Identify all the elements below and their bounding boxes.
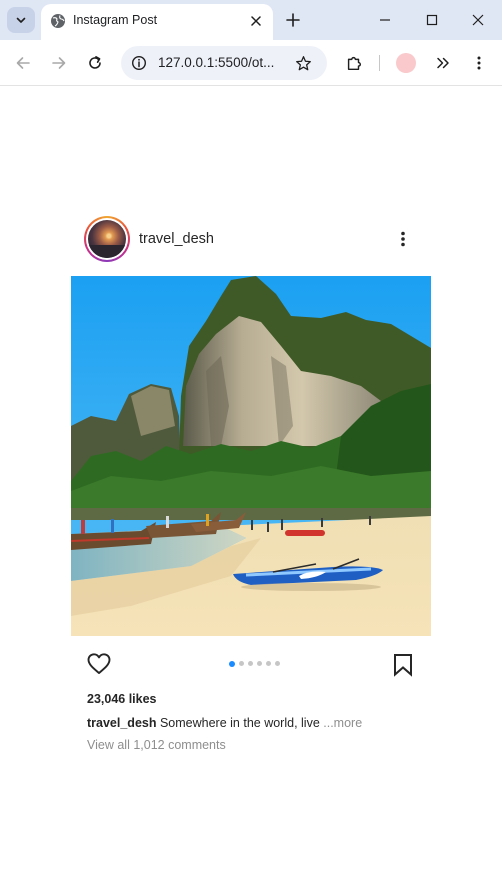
close-icon	[251, 16, 261, 26]
browser-toolbar: 127.0.0.1:5500/ot...	[0, 40, 502, 86]
reload-button[interactable]	[83, 51, 107, 75]
view-comments-link[interactable]: View all 1,012 comments	[87, 738, 226, 752]
site-info-icon[interactable]	[130, 54, 148, 72]
tab-search-button[interactable]	[7, 7, 35, 33]
caption-username[interactable]: travel_desh	[87, 716, 156, 730]
caption-text: Somewhere in the world, live	[159, 716, 320, 730]
bookmark-star-button[interactable]	[293, 53, 313, 73]
star-icon	[295, 55, 311, 70]
active-tab[interactable]: Instagram Post	[41, 4, 273, 40]
caption-more-link[interactable]: ...more	[323, 716, 362, 730]
window-close-button[interactable]	[458, 5, 498, 35]
save-button[interactable]	[393, 653, 413, 677]
arrow-right-icon	[52, 57, 66, 69]
post-photo[interactable]	[71, 276, 431, 636]
forward-button[interactable]	[47, 51, 71, 75]
carousel-dot	[229, 660, 235, 667]
toolbar-separator	[379, 55, 380, 71]
more-vertical-icon	[401, 231, 405, 247]
chevron-down-icon	[16, 17, 26, 23]
carousel-dot	[239, 661, 244, 666]
beach-cliff-photo	[71, 276, 431, 636]
carousel-dot	[266, 661, 271, 666]
globe-icon	[51, 14, 65, 28]
more-vertical-icon	[477, 56, 481, 70]
likes-count[interactable]: 23,046 likes	[87, 692, 157, 706]
url-text: 127.0.0.1:5500/ot...	[158, 55, 275, 70]
maximize-button[interactable]	[412, 5, 452, 35]
close-icon	[472, 14, 484, 26]
browser-menu-button[interactable]	[467, 51, 491, 75]
profile-avatar[interactable]	[396, 53, 416, 73]
extensions-button[interactable]	[342, 51, 366, 75]
tab-title: Instagram Post	[73, 13, 158, 27]
caption: travel_desh Somewhere in the world, live…	[87, 716, 362, 730]
like-button[interactable]	[86, 651, 112, 677]
post-options-button[interactable]	[393, 228, 413, 250]
minimize-icon	[380, 19, 390, 21]
heart-outline-icon	[87, 653, 111, 674]
story-ring[interactable]	[84, 216, 130, 262]
double-chevron-right-icon	[437, 57, 449, 69]
overflow-chevron-button[interactable]	[431, 51, 455, 75]
maximize-icon	[426, 14, 438, 26]
new-tab-button[interactable]	[282, 9, 304, 31]
post-username[interactable]: travel_desh	[139, 231, 214, 247]
carousel-indicator	[229, 660, 280, 667]
post-header: travel_desh	[71, 214, 431, 264]
reload-icon	[89, 56, 101, 69]
arrow-left-icon	[16, 57, 30, 69]
bookmark-outline-icon	[394, 654, 412, 677]
carousel-dot	[248, 661, 253, 666]
avatar	[88, 220, 126, 258]
back-button[interactable]	[11, 51, 35, 75]
puzzle-icon	[347, 56, 361, 71]
minimize-button[interactable]	[365, 5, 405, 35]
carousel-dot	[275, 661, 280, 666]
browser-tab-bar: Instagram Post	[0, 0, 502, 40]
plus-icon	[286, 13, 300, 27]
carousel-dot	[257, 661, 262, 666]
tab-close-button[interactable]	[246, 11, 266, 31]
address-bar[interactable]: 127.0.0.1:5500/ot...	[121, 46, 327, 80]
post-actions	[71, 646, 431, 682]
